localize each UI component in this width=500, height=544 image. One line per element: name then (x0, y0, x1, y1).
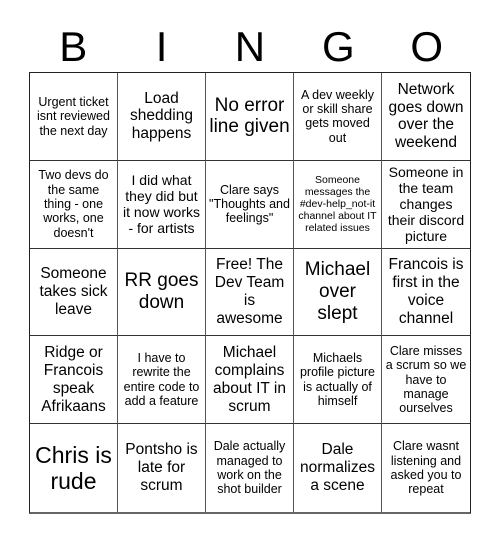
bingo-cell[interactable]: Someone in the team changes their discor… (382, 161, 470, 249)
cell-text: Chris is rude (35, 441, 112, 495)
header-letter-o: O (410, 23, 444, 70)
cell-text: Network goes down over the weekend (388, 80, 464, 152)
bingo-cell[interactable]: Network goes down over the weekend (382, 73, 470, 161)
cell-text: No error line given (209, 94, 290, 138)
bingo-cell[interactable]: Urgent ticket isnt reviewed the next day (30, 73, 118, 161)
cell-text: Someone takes sick leave (39, 265, 108, 318)
bingo-cell[interactable]: No error line given (206, 73, 294, 161)
cell-text: Michael over slept (304, 259, 371, 324)
bingo-cell[interactable]: Clare misses a scrum so we have to manag… (382, 336, 470, 425)
cell-text: Clare misses a scrum so we have to manag… (385, 343, 467, 416)
bingo-cell[interactable]: Clare says "Thoughts and feelings" (206, 160, 294, 249)
cell-text: Michael complains about IT in scrum (213, 344, 286, 415)
bingo-cell[interactable]: Clare wasnt listening and asked you to r… (382, 424, 470, 512)
cell-text: Urgent ticket isnt reviewed the next day (37, 94, 110, 138)
bingo-cell[interactable]: Two devs do the same thing - one works, … (30, 160, 118, 249)
cell-text: Load shedding happens (130, 89, 193, 143)
header-letter-b: B (59, 23, 88, 70)
cell-text: A dev weekly or skill share gets moved o… (301, 87, 374, 145)
bingo-cell[interactable]: Michaels profile picture is actually of … (294, 336, 382, 425)
bingo-cell[interactable]: Someone takes sick leave (30, 248, 118, 337)
cell-text: Clare wasnt listening and asked you to r… (390, 439, 462, 497)
bingo-cell[interactable]: RR goes down (118, 248, 206, 337)
header-letter-n: N (234, 23, 266, 70)
bingo-cell[interactable]: I have to rewrite the entire code to add… (118, 336, 206, 425)
cell-text: Someone in the team changes their discor… (387, 163, 465, 245)
cell-text: I have to rewrite the entire code to add… (123, 351, 200, 409)
bingo-cell[interactable]: Someone messages the #dev-help_not-it ch… (294, 160, 382, 249)
cell-text: Clare says "Thoughts and feelings" (209, 182, 290, 226)
header-letter-i: I (155, 23, 168, 70)
header-letter-g: G (322, 23, 355, 70)
cell-text: Michaels profile picture is actually of … (299, 351, 376, 409)
bingo-cell[interactable]: Michael over slept (294, 248, 382, 337)
bingo-header: B I N G O (29, 22, 471, 72)
cell-text: RR goes down (124, 270, 199, 313)
bingo-cell[interactable]: Francois is first in the voice channel (382, 249, 470, 337)
bingo-cell[interactable]: A dev weekly or skill share gets moved o… (294, 73, 382, 161)
bingo-cell[interactable]: Dale actually managed to work on the sho… (206, 424, 294, 512)
cell-text: Dale normalizes a scene (300, 441, 375, 494)
cell-text: Ridge or Francois speak Afrikaans (41, 344, 106, 415)
cell-text: Someone messages the #dev-help_not-it ch… (298, 174, 377, 235)
bingo-cell[interactable]: Ridge or Francois speak Afrikaans (30, 336, 118, 425)
bingo-cell[interactable]: Dale normalizes a scene (294, 424, 382, 512)
bingo-cell[interactable]: Michael complains about IT in scrum (206, 336, 294, 425)
cell-text: Dale actually managed to work on the sho… (213, 439, 286, 497)
bingo-cell-free[interactable]: Free! The Dev Team is awesome (206, 248, 294, 337)
cell-text: I did what they did but it now works - f… (122, 172, 201, 237)
cell-text: Francois is first in the voice channel (388, 256, 464, 327)
cell-text: Two devs do the same thing - one works, … (38, 168, 109, 240)
bingo-card-grid: Urgent ticket isnt reviewed the next day… (29, 72, 471, 514)
bingo-cell[interactable]: Load shedding happens (118, 73, 206, 161)
bingo-cell[interactable]: Pontsho is late for scrum (118, 424, 206, 512)
bingo-cell[interactable]: I did what they did but it now works - f… (118, 160, 206, 249)
bingo-cell[interactable]: Chris is rude (30, 424, 118, 512)
cell-text: Pontsho is late for scrum (125, 441, 198, 494)
cell-text: Free! The Dev Team is awesome (214, 256, 285, 327)
